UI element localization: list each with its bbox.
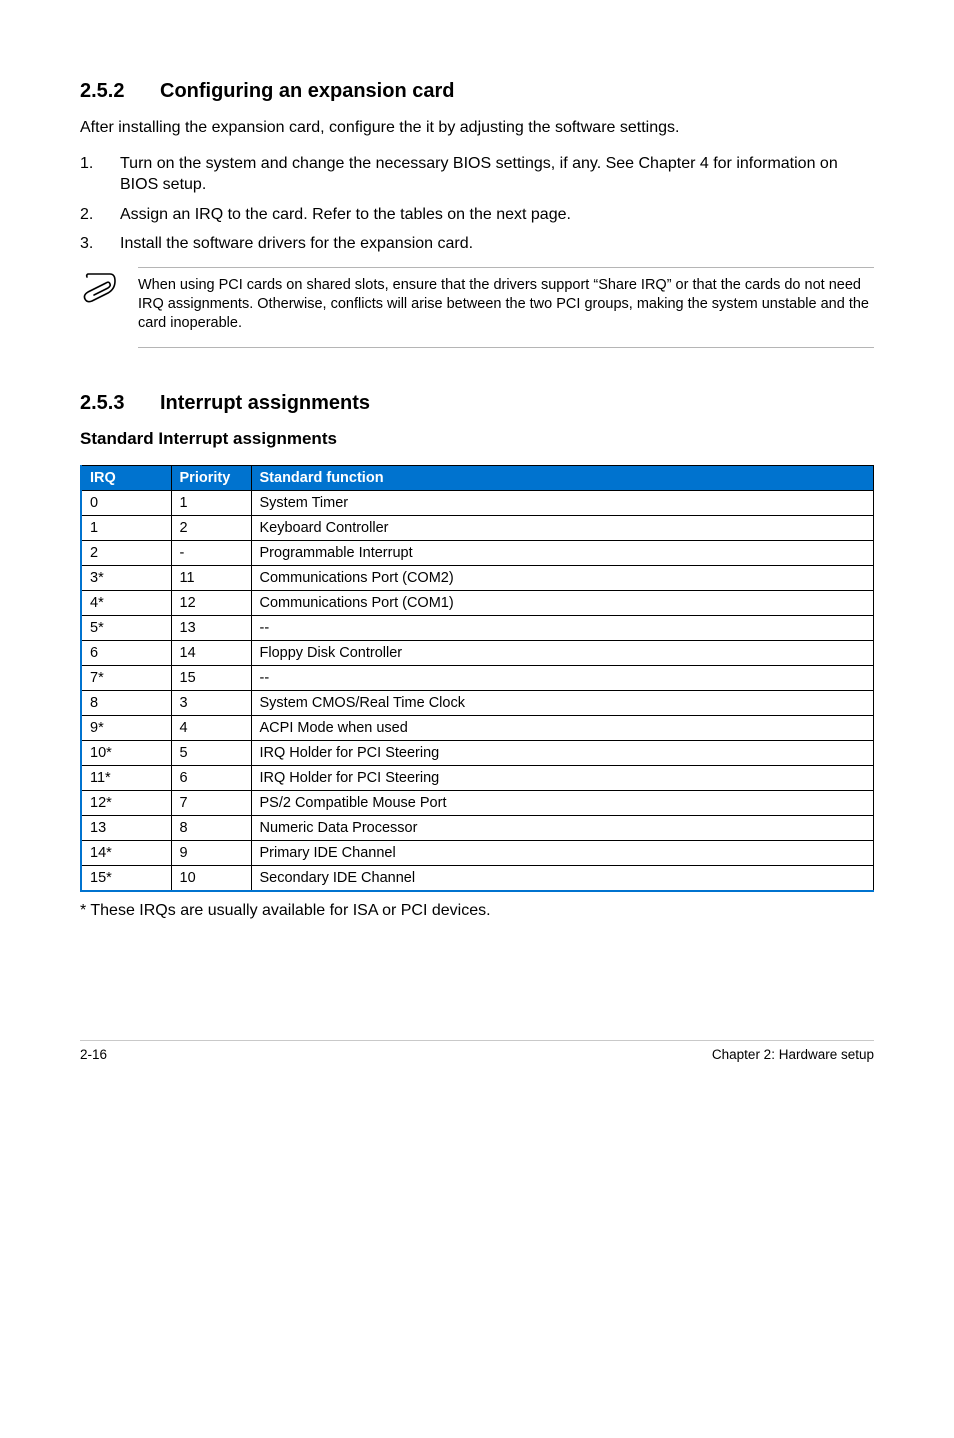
table-row: 12Keyboard Controller [81, 515, 874, 540]
cell-func: Primary IDE Channel [251, 840, 874, 865]
th-func: Standard function [251, 465, 874, 490]
table-row: 12*7PS/2 Compatible Mouse Port [81, 790, 874, 815]
note-text: When using PCI cards on shared slots, en… [138, 267, 874, 348]
table-row: 9*4ACPI Mode when used [81, 715, 874, 740]
table-row: 7*15-- [81, 665, 874, 690]
cell-func: Secondary IDE Channel [251, 865, 874, 891]
table-footnote: * These IRQs are usually available for I… [80, 902, 874, 920]
cell-priority: 3 [171, 690, 251, 715]
cell-func: Floppy Disk Controller [251, 640, 874, 665]
cell-priority: 2 [171, 515, 251, 540]
step-text: Assign an IRQ to the card. Refer to the … [120, 204, 571, 226]
cell-irq: 6 [81, 640, 171, 665]
th-irq: IRQ [81, 465, 171, 490]
cell-irq: 7* [81, 665, 171, 690]
step-number: 1. [80, 153, 120, 196]
step-number: 3. [80, 233, 120, 255]
cell-priority: 11 [171, 565, 251, 590]
heading-252: 2.5.2 Configuring an expansion card [80, 80, 874, 103]
cell-priority: 1 [171, 490, 251, 515]
cell-priority: 4 [171, 715, 251, 740]
cell-priority: 14 [171, 640, 251, 665]
cell-func: Communications Port (COM1) [251, 590, 874, 615]
step-item: 1. Turn on the system and change the nec… [80, 153, 874, 196]
cell-irq: 1 [81, 515, 171, 540]
steps-list: 1. Turn on the system and change the nec… [80, 153, 874, 255]
table-row: 10*5IRQ Holder for PCI Steering [81, 740, 874, 765]
cell-priority: 8 [171, 815, 251, 840]
cell-priority: 9 [171, 840, 251, 865]
cell-irq: 4* [81, 590, 171, 615]
subheading: Standard Interrupt assignments [80, 429, 874, 449]
table-row: 15*10Secondary IDE Channel [81, 865, 874, 891]
cell-irq: 8 [81, 690, 171, 715]
cell-func: Numeric Data Processor [251, 815, 874, 840]
cell-priority: 12 [171, 590, 251, 615]
chapter-label: Chapter 2: Hardware setup [712, 1047, 874, 1062]
heading-title: Configuring an expansion card [160, 80, 454, 103]
cell-irq: 9* [81, 715, 171, 740]
cell-func: -- [251, 615, 874, 640]
cell-irq: 0 [81, 490, 171, 515]
cell-irq: 5* [81, 615, 171, 640]
cell-priority: 5 [171, 740, 251, 765]
cell-irq: 13 [81, 815, 171, 840]
cell-func: ACPI Mode when used [251, 715, 874, 740]
cell-priority: 13 [171, 615, 251, 640]
cell-func: IRQ Holder for PCI Steering [251, 765, 874, 790]
table-row: 138Numeric Data Processor [81, 815, 874, 840]
table-row: 3*11Communications Port (COM2) [81, 565, 874, 590]
page-number: 2-16 [80, 1047, 107, 1062]
cell-irq: 15* [81, 865, 171, 891]
heading-title: Interrupt assignments [160, 392, 370, 415]
cell-func: Programmable Interrupt [251, 540, 874, 565]
table-row: 4*12Communications Port (COM1) [81, 590, 874, 615]
table-header-row: IRQ Priority Standard function [81, 465, 874, 490]
cell-priority: 15 [171, 665, 251, 690]
cell-func: Communications Port (COM2) [251, 565, 874, 590]
cell-irq: 3* [81, 565, 171, 590]
cell-irq: 12* [81, 790, 171, 815]
table-row: 11*6IRQ Holder for PCI Steering [81, 765, 874, 790]
step-text: Install the software drivers for the exp… [120, 233, 473, 255]
step-item: 2. Assign an IRQ to the card. Refer to t… [80, 204, 874, 226]
irq-table: IRQ Priority Standard function 01System … [80, 465, 874, 892]
paperclip-icon [80, 271, 120, 310]
step-item: 3. Install the software drivers for the … [80, 233, 874, 255]
cell-irq: 14* [81, 840, 171, 865]
table-row: 83System CMOS/Real Time Clock [81, 690, 874, 715]
cell-irq: 10* [81, 740, 171, 765]
heading-253: 2.5.3 Interrupt assignments [80, 392, 874, 415]
heading-number: 2.5.3 [80, 392, 160, 415]
cell-priority: - [171, 540, 251, 565]
step-number: 2. [80, 204, 120, 226]
cell-func: IRQ Holder for PCI Steering [251, 740, 874, 765]
cell-priority: 10 [171, 865, 251, 891]
cell-priority: 7 [171, 790, 251, 815]
cell-func: Keyboard Controller [251, 515, 874, 540]
cell-irq: 11* [81, 765, 171, 790]
table-row: 5*13-- [81, 615, 874, 640]
step-text: Turn on the system and change the necess… [120, 153, 874, 196]
table-row: 14*9Primary IDE Channel [81, 840, 874, 865]
cell-func: System Timer [251, 490, 874, 515]
table-row: 2-Programmable Interrupt [81, 540, 874, 565]
intro-paragraph: After installing the expansion card, con… [80, 117, 874, 139]
th-priority: Priority [171, 465, 251, 490]
table-row: 01System Timer [81, 490, 874, 515]
cell-func: -- [251, 665, 874, 690]
page-footer: 2-16 Chapter 2: Hardware setup [80, 1040, 874, 1062]
heading-number: 2.5.2 [80, 80, 160, 103]
cell-priority: 6 [171, 765, 251, 790]
table-row: 614Floppy Disk Controller [81, 640, 874, 665]
cell-func: PS/2 Compatible Mouse Port [251, 790, 874, 815]
note-block: When using PCI cards on shared slots, en… [80, 263, 874, 358]
cell-irq: 2 [81, 540, 171, 565]
cell-func: System CMOS/Real Time Clock [251, 690, 874, 715]
